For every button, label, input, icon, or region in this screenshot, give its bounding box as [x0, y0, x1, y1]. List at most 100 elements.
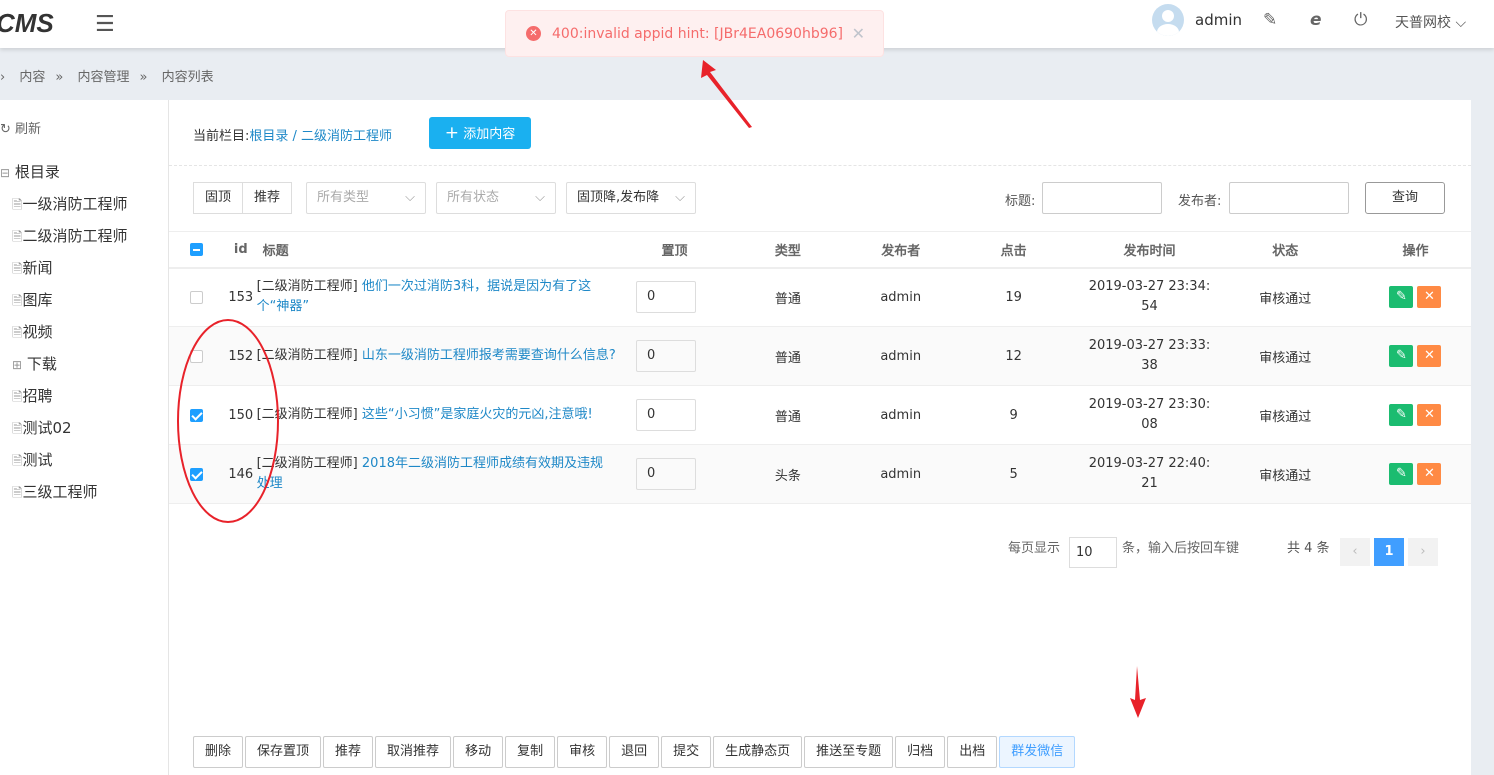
tree-node[interactable]: ⊞ 下载 [0, 348, 127, 380]
bulk-action-button[interactable]: 复制 [505, 736, 556, 768]
bulk-action-button[interactable]: 移动 [453, 736, 504, 768]
row-time-text: 2019-03-27 23:30:08 [1088, 397, 1211, 432]
bulk-action-button[interactable]: 提交 [661, 736, 712, 768]
filter-recommend-button[interactable]: 推荐 [243, 182, 293, 214]
sort-select[interactable]: 固顶降,发布降 ⌵ [566, 182, 696, 214]
tree-label: 测试02 [22, 419, 72, 437]
col-clicks: 点击 [938, 231, 1089, 269]
breadcrumb: › 内容 » 内容管理 » 内容列表 [0, 66, 224, 85]
filter-pin-button[interactable]: 固顶 [193, 182, 244, 214]
bulk-action-button[interactable]: 生成静态页 [713, 736, 803, 768]
close-icon[interactable]: ✕ [852, 24, 865, 43]
bulk-action-button[interactable]: 退回 [609, 736, 660, 768]
breadcrumb-item[interactable]: 内容 [19, 70, 45, 85]
row-checkbox[interactable] [190, 467, 204, 481]
row-title-link[interactable]: 这些“小习惯”是家庭火灾的元凶,注意哦! [362, 407, 593, 422]
category-tree: ⊟ 根目录 🗎一级消防工程师 🗎二级消防工程师 🗎新闻 🗎图库 🗎视频 ⊞ 下载… [0, 156, 127, 508]
col-type: 类型 [713, 231, 863, 269]
row-pin: 0 [635, 444, 714, 504]
sort-select-value: 固顶降,发布降 [577, 190, 660, 205]
query-button[interactable]: 查询 [1365, 182, 1445, 214]
bulk-action-button[interactable]: 推送至专题 [804, 736, 894, 768]
chevron-down-icon: ⌵ [535, 190, 545, 205]
type-select[interactable]: 所有类型 ⌵ [306, 182, 426, 214]
sidebar: ↻ 刷新 ⊟ 根目录 🗎一级消防工程师 🗎二级消防工程师 🗎新闻 🗎图库 🗎视频… [0, 100, 169, 775]
tree-node[interactable]: 🗎二级消防工程师 [0, 220, 127, 252]
row-publisher: admin [862, 326, 939, 386]
menu-toggle-icon[interactable]: ☰ [95, 12, 115, 37]
row-checkbox[interactable] [190, 349, 204, 363]
collapse-icon[interactable]: ⊟ [0, 166, 10, 180]
delete-icon[interactable]: ✕ [1417, 345, 1442, 367]
tree-node[interactable]: 🗎新闻 [0, 252, 127, 284]
breadcrumb-item[interactable]: 内容管理 [77, 70, 129, 85]
edit-icon[interactable]: ✎ [1389, 286, 1414, 309]
tree-node[interactable]: 🗎测试 [0, 444, 127, 476]
tree-node-root[interactable]: ⊟ 根目录 [0, 156, 127, 188]
table-row: 150 [二级消防工程师] 这些“小习惯”是家庭火灾的元凶,注意哦! 0 普通 … [169, 385, 1471, 445]
per-page-input[interactable]: 10 [1069, 537, 1117, 568]
page-1-button[interactable]: 1 [1374, 538, 1404, 566]
bulk-action-button[interactable]: 推荐 [323, 736, 374, 768]
row-actions: ✎ ✕ [1359, 444, 1471, 504]
bulk-action-button[interactable]: 审核 [557, 736, 608, 768]
row-title-link[interactable]: 山东一级消防工程师报考需要查询什么信息? [362, 348, 616, 363]
delete-icon[interactable]: ✕ [1417, 286, 1442, 309]
prev-page-button[interactable]: ‹ [1340, 538, 1370, 566]
row-select[interactable] [169, 444, 225, 504]
edit-icon[interactable]: ✎ [1389, 345, 1414, 367]
current-path-link[interactable]: 根目录 / 二级消防工程师 [249, 129, 392, 144]
bulk-action-button[interactable]: 归档 [895, 736, 946, 768]
edit-icon[interactable]: ✎ [1389, 404, 1414, 426]
breadcrumb-sep: » [139, 70, 148, 85]
bulk-action-button[interactable]: 保存置顶 [245, 736, 322, 768]
delete-icon[interactable]: ✕ [1417, 404, 1442, 426]
browser-icon[interactable]: e [1310, 10, 1322, 30]
row-checkbox[interactable] [190, 408, 204, 422]
tree-node[interactable]: 🗎测试02 [0, 412, 127, 444]
row-checkbox[interactable] [190, 290, 204, 304]
next-page-button[interactable]: › [1408, 538, 1438, 566]
delete-icon[interactable]: ✕ [1417, 463, 1442, 485]
pin-order-input[interactable]: 0 [635, 458, 696, 490]
breadcrumb-item[interactable]: 内容列表 [162, 70, 214, 85]
user-edit-icon[interactable]: ✎ [1263, 10, 1277, 30]
bulk-action-button[interactable]: 群发微信 [999, 736, 1076, 768]
edit-icon[interactable]: ✎ [1389, 463, 1414, 485]
tree-node[interactable]: 🗎视频 [0, 316, 127, 348]
school-dropdown[interactable]: 天普网校 ⌵ [1395, 12, 1466, 32]
pin-order-input[interactable]: 0 [635, 340, 696, 372]
row-actions: ✎ ✕ [1359, 267, 1471, 327]
row-select[interactable] [169, 267, 225, 327]
row-id: 146 [224, 444, 257, 504]
user-menu[interactable]: admin [1152, 4, 1242, 36]
tree-node[interactable]: 🗎三级工程师 [0, 476, 127, 508]
row-select[interactable] [169, 326, 225, 386]
select-all[interactable] [169, 231, 225, 269]
status-select[interactable]: 所有状态 ⌵ [436, 182, 556, 214]
bulk-action-button[interactable]: 取消推荐 [375, 736, 452, 768]
expand-icon[interactable]: ⊞ [12, 358, 22, 372]
content-table: id 标题 置顶 类型 发布者 点击 发布时间 状态 操作 153 [二级消防工… [169, 231, 1471, 504]
col-title: 标题 [256, 231, 636, 269]
power-icon[interactable]: ⏻ [1354, 10, 1367, 30]
title-input[interactable] [1042, 182, 1162, 214]
publisher-input[interactable] [1229, 182, 1349, 214]
refresh-button[interactable]: ↻ 刷新 [0, 118, 41, 137]
tree-node[interactable]: 🗎一级消防工程师 [0, 188, 127, 220]
col-actions: 操作 [1359, 231, 1471, 269]
per-page-hint: 条，输入后按回车键 [1122, 541, 1240, 556]
tree-node[interactable]: 🗎图库 [0, 284, 127, 316]
add-content-label: 添加内容 [463, 127, 516, 142]
pin-order-input[interactable]: 0 [635, 399, 696, 431]
row-select[interactable] [169, 385, 225, 445]
tree-node[interactable]: 🗎招聘 [0, 380, 127, 412]
bulk-action-button[interactable]: 出档 [947, 736, 998, 768]
add-content-button[interactable]: + 添加内容 [429, 117, 531, 149]
per-page-label: 每页显示 [1008, 541, 1061, 556]
select-all-checkbox[interactable] [190, 242, 204, 256]
bulk-action-button[interactable]: 删除 [193, 736, 244, 768]
pin-order-input[interactable]: 0 [635, 281, 696, 314]
flag-filter-group: 固顶 推荐 [193, 182, 293, 214]
row-status: 审核通过 [1210, 267, 1360, 327]
